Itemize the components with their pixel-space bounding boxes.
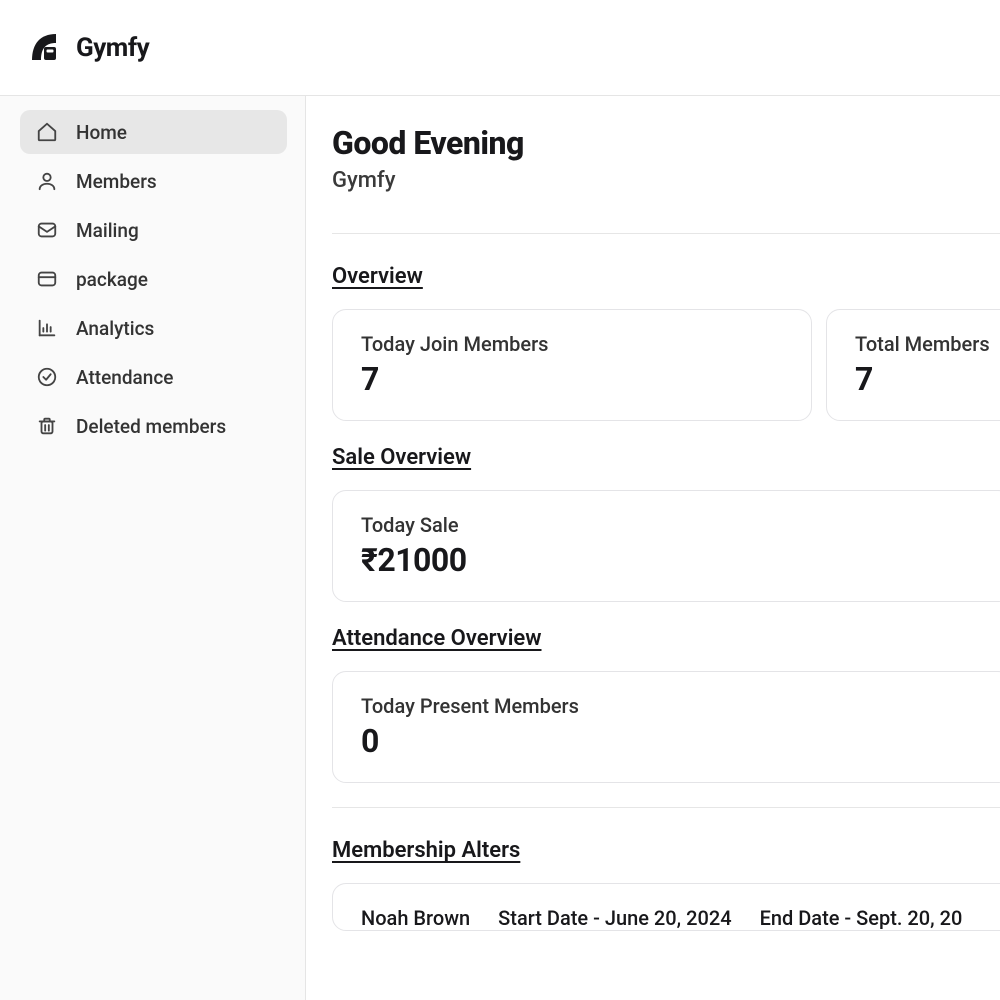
divider xyxy=(332,807,1000,808)
analytics-icon xyxy=(36,317,58,339)
sidebar-item-label: Mailing xyxy=(76,219,139,242)
sidebar-item-label: package xyxy=(76,268,148,291)
sale-overview-heading: Sale Overview xyxy=(332,445,1000,470)
package-icon xyxy=(36,268,58,290)
card-label: Total Members xyxy=(855,332,1000,356)
user-icon xyxy=(36,170,58,192)
home-icon xyxy=(36,121,58,143)
card-value: 7 xyxy=(361,360,783,398)
card-today-sale: Today Sale ₹21000 xyxy=(332,490,1000,602)
brand-name: Gymfy xyxy=(76,33,149,63)
sidebar-item-label: Deleted members xyxy=(76,415,226,438)
alters-start-date: Start Date - June 20, 2024 xyxy=(498,906,731,930)
card-today-present-members: Today Present Members 0 xyxy=(332,671,1000,783)
card-label: Today Sale xyxy=(361,513,983,537)
page-subtitle: Gymfy xyxy=(332,168,1000,193)
page-greeting: Good Evening xyxy=(332,124,1000,162)
sidebar-item-label: Members xyxy=(76,170,157,193)
sidebar: Home Members Mailing package Analytics xyxy=(0,96,306,1000)
sidebar-item-package[interactable]: package xyxy=(20,257,287,301)
mail-icon xyxy=(36,219,58,241)
main-content: Good Evening Gymfy Overview Today Join M… xyxy=(306,96,1000,1000)
card-value: 7 xyxy=(855,360,1000,398)
divider xyxy=(332,233,1000,234)
sidebar-item-deleted-members[interactable]: Deleted members xyxy=(20,404,287,448)
sidebar-item-home[interactable]: Home xyxy=(20,110,287,154)
brand-logo-icon xyxy=(26,30,62,66)
overview-cards: Today Join Members 7 Total Members 7 xyxy=(332,309,1000,421)
membership-alters-row: Noah Brown Start Date - June 20, 2024 En… xyxy=(332,883,1000,931)
sale-cards: Today Sale ₹21000 xyxy=(332,490,1000,602)
sidebar-item-attendance[interactable]: Attendance xyxy=(20,355,287,399)
check-circle-icon xyxy=(36,366,58,388)
card-value: 0 xyxy=(361,722,983,760)
attendance-overview-heading: Attendance Overview xyxy=(332,626,1000,651)
sidebar-item-analytics[interactable]: Analytics xyxy=(20,306,287,350)
sidebar-item-label: Attendance xyxy=(76,366,173,389)
sidebar-item-label: Home xyxy=(76,121,127,144)
brand-block: Gymfy xyxy=(26,30,149,66)
card-today-join-members: Today Join Members 7 xyxy=(332,309,812,421)
sidebar-item-members[interactable]: Members xyxy=(20,159,287,203)
trash-icon xyxy=(36,415,58,437)
app-header: Gymfy xyxy=(0,0,1000,96)
card-label: Today Join Members xyxy=(361,332,783,356)
overview-heading: Overview xyxy=(332,264,1000,289)
card-label: Today Present Members xyxy=(361,694,983,718)
sidebar-item-label: Analytics xyxy=(76,317,154,340)
sidebar-item-mailing[interactable]: Mailing xyxy=(20,208,287,252)
alters-member-name: Noah Brown xyxy=(361,906,470,930)
card-value: ₹21000 xyxy=(361,541,983,579)
attendance-cards: Today Present Members 0 xyxy=(332,671,1000,783)
alters-end-date: End Date - Sept. 20, 20 xyxy=(760,906,963,930)
membership-alters-heading: Membership Alters xyxy=(332,838,1000,863)
card-total-members: Total Members 7 xyxy=(826,309,1000,421)
